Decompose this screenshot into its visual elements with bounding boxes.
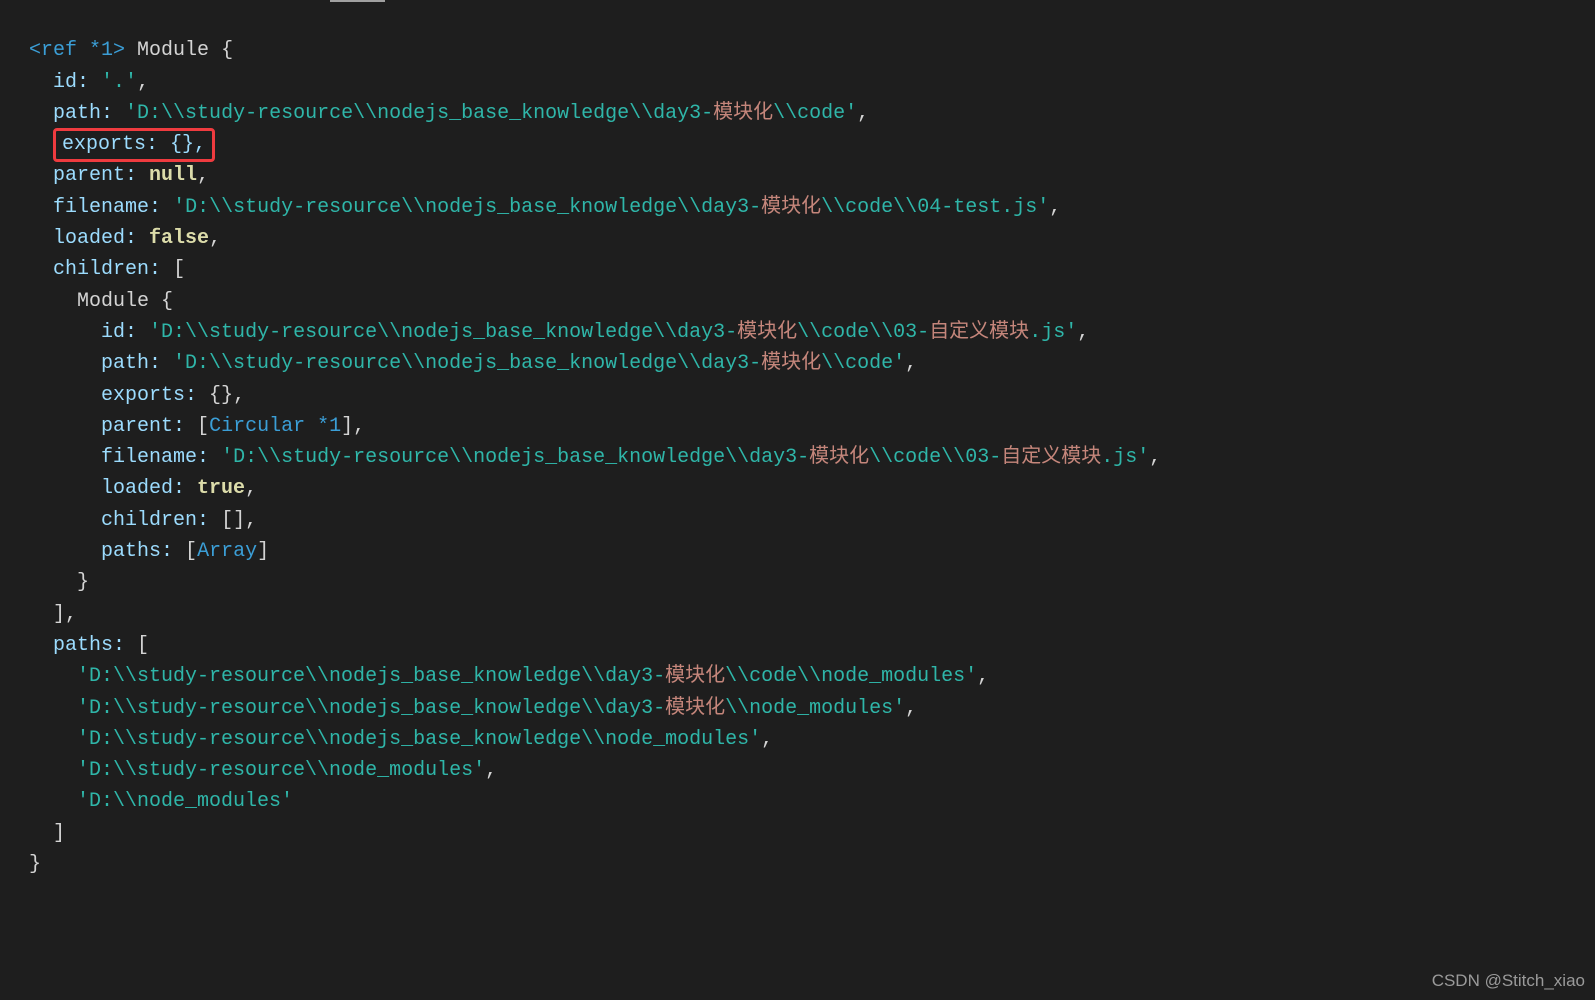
parent-value: null [149, 164, 197, 187]
loaded-value: false [149, 227, 209, 250]
console-output: <ref *1> Module { id: '.', path: 'D:\\st… [0, 0, 1595, 880]
children-key: children: [53, 258, 161, 281]
parent-key: parent: [53, 164, 137, 187]
watermark: CSDN @Stitch_xiao [1432, 965, 1585, 996]
array-ref: Array [197, 540, 257, 563]
path-key: path: [53, 102, 113, 125]
paths-key: paths: [53, 634, 125, 657]
ref-tag: <ref *1> [29, 39, 125, 62]
module-word: Module [137, 39, 209, 62]
id-value: '.' [101, 71, 137, 94]
filename-key: filename: [53, 196, 161, 219]
exports-highlight: exports: {}, [53, 128, 215, 162]
circular-ref: Circular *1 [209, 415, 341, 438]
loaded-key: loaded: [53, 227, 137, 250]
id-key: id: [53, 71, 89, 94]
